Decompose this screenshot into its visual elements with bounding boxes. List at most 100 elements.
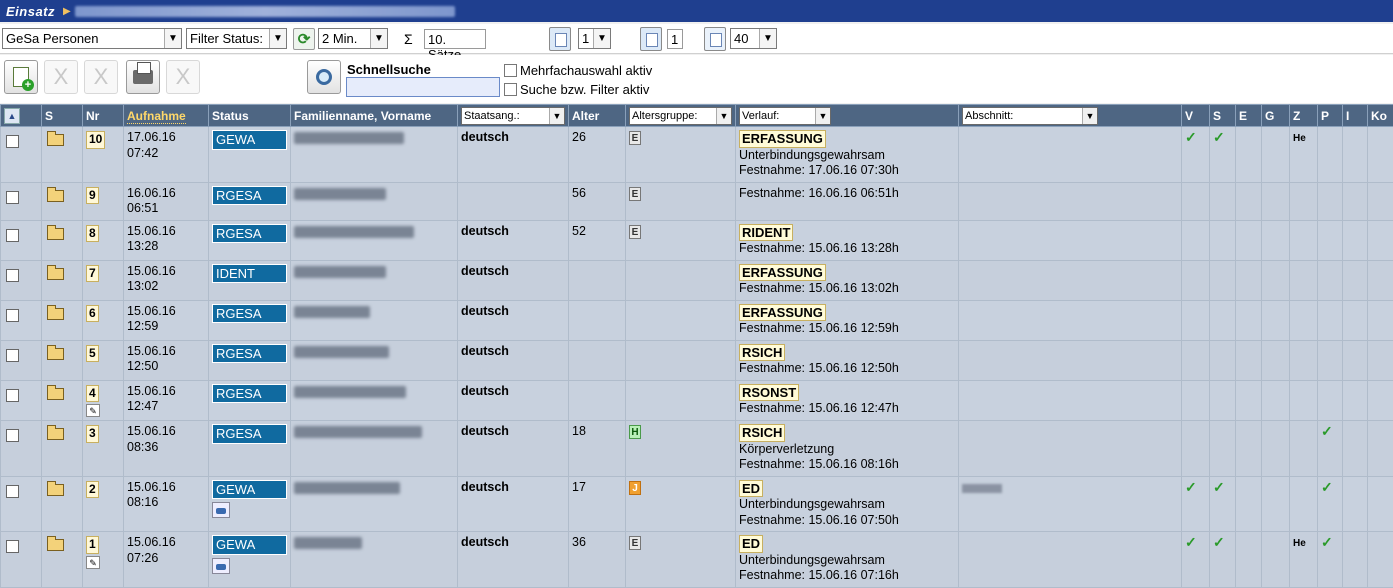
open-folder-icon[interactable] — [47, 484, 64, 496]
aufnahme-date: 17.06.16 — [127, 130, 205, 146]
search-button[interactable] — [307, 60, 341, 94]
alter-value: 52 — [572, 224, 586, 238]
table-row[interactable]: 1017.06.1607:42GEWAdeutsch26EERFASSUNGUn… — [1, 127, 1393, 183]
col-verlauf[interactable]: Verlauf:▼ — [736, 105, 959, 127]
record-number[interactable]: 7 — [86, 265, 99, 283]
record-number[interactable]: 9 — [86, 187, 99, 205]
filter-status-select[interactable]: Filter Status:▼ — [186, 28, 287, 49]
table-row[interactable]: 715.06.1613:02IDENTdeutschERFASSUNGFestn… — [1, 260, 1393, 300]
s-check-icon: ✓ — [1213, 129, 1225, 145]
table-row[interactable]: 4✎15.06.1612:47RGESAdeutschRSONSTFestnah… — [1, 380, 1393, 421]
select-all-header[interactable]: ▲ — [1, 105, 42, 127]
col-g[interactable]: G — [1262, 105, 1290, 127]
row-checkbox[interactable] — [6, 309, 19, 322]
staatsangehoerigkeit: deutsch — [461, 424, 509, 438]
record-number[interactable]: 6 — [86, 305, 99, 323]
quicksearch-input[interactable] — [346, 77, 500, 97]
altersgruppe-badge: H — [629, 425, 641, 439]
row-checkbox[interactable] — [6, 485, 19, 498]
record-number[interactable]: 3 — [86, 425, 99, 443]
col-i[interactable]: I — [1343, 105, 1368, 127]
record-number[interactable]: 4 — [86, 385, 99, 403]
col-aufnahme[interactable]: Aufnahme — [124, 105, 209, 127]
table-row[interactable]: 615.06.1612:59RGESAdeutschERFASSUNGFestn… — [1, 300, 1393, 340]
open-folder-icon[interactable] — [47, 228, 64, 240]
refresh-icon: ⟳ — [298, 30, 311, 48]
page-select[interactable]: 1▼ — [578, 28, 611, 49]
record-number[interactable]: 5 — [86, 345, 99, 363]
verlauf-badge: ED — [739, 535, 763, 553]
aufnahme-time: 08:16 — [127, 495, 205, 511]
staatsangehoerigkeit: deutsch — [461, 480, 509, 494]
alter-value: 17 — [572, 480, 586, 494]
row-checkbox[interactable] — [6, 191, 19, 204]
disabled-action-button-2[interactable]: X — [84, 60, 118, 94]
row-checkbox[interactable] — [6, 349, 19, 362]
row-checkbox[interactable] — [6, 540, 19, 553]
open-folder-icon[interactable] — [47, 308, 64, 320]
record-number[interactable]: 2 — [86, 481, 99, 499]
attachment-icon[interactable]: ✎ — [86, 404, 100, 417]
row-checkbox[interactable] — [6, 135, 19, 148]
open-folder-icon[interactable] — [47, 134, 64, 146]
col-e[interactable]: E — [1236, 105, 1262, 127]
sort-up-icon[interactable]: ▲ — [4, 108, 20, 124]
festnahme-text: Festnahme: 15.06.16 12:50h — [739, 361, 955, 377]
row-checkbox[interactable] — [6, 429, 19, 442]
col-v[interactable]: V — [1182, 105, 1210, 127]
row-checkbox[interactable] — [6, 229, 19, 242]
mehrfachauswahl-checkbox[interactable] — [504, 64, 517, 77]
table-row[interactable]: 315.06.1608:36RGESAdeutsch18HRSICHKörper… — [1, 421, 1393, 477]
table-row[interactable]: 1✎15.06.1607:26GEWAdeutsch36EEDUnterbind… — [1, 532, 1393, 588]
col-staatsang[interactable]: Staatsang.:▼ — [458, 105, 569, 127]
col-s[interactable]: S — [42, 105, 83, 127]
disabled-action-button-3[interactable]: X — [166, 60, 200, 94]
mehrfachauswahl-label: Mehrfachauswahl aktiv — [520, 63, 652, 78]
col-nr[interactable]: Nr — [83, 105, 124, 127]
col-name[interactable]: Familienname, Vorname — [291, 105, 458, 127]
transport-icon[interactable] — [212, 502, 230, 518]
table-row[interactable]: 815.06.1613:28RGESAdeutsch52ERIDENTFestn… — [1, 220, 1393, 260]
refresh-interval-select[interactable]: 2 Min.▼ — [318, 28, 388, 49]
altersgruppe-badge: E — [629, 187, 641, 201]
open-folder-icon[interactable] — [47, 388, 64, 400]
filter-active-checkbox[interactable] — [504, 83, 517, 96]
filter-active-option[interactable]: Suche bzw. Filter aktiv — [504, 82, 649, 97]
col-z[interactable]: Z — [1290, 105, 1318, 127]
table-row[interactable]: 916.06.1606:51RGESA56EFestnahme: 16.06.1… — [1, 182, 1393, 220]
table-row[interactable]: 515.06.1612:50RGESAdeutschRSICHFestnahme… — [1, 340, 1393, 380]
add-record-button[interactable]: + — [4, 60, 38, 94]
open-folder-icon[interactable] — [47, 268, 64, 280]
attachment-icon[interactable]: ✎ — [86, 556, 100, 569]
rows-per-page-select[interactable]: 40▼ — [730, 28, 777, 49]
col-abschnitt[interactable]: Abschnitt:▼ — [959, 105, 1182, 127]
table-row[interactable]: 215.06.1608:16GEWAdeutsch17JEDUnterbindu… — [1, 476, 1393, 532]
add-document-icon: + — [13, 67, 29, 87]
refresh-button[interactable]: ⟳ — [293, 28, 315, 50]
col-alter[interactable]: Alter — [569, 105, 626, 127]
open-folder-icon[interactable] — [47, 428, 64, 440]
disabled-action-button-1[interactable]: X — [44, 60, 78, 94]
v-check-icon: ✓ — [1185, 129, 1197, 145]
col-altersgruppe[interactable]: Altersgruppe:▼ — [626, 105, 736, 127]
record-number[interactable]: 1 — [86, 536, 99, 554]
view-select[interactable]: GeSa Personen▼ — [2, 28, 182, 49]
col-ko[interactable]: Ko — [1368, 105, 1393, 127]
mehrfachauswahl-option[interactable]: Mehrfachauswahl aktiv — [504, 63, 652, 78]
row-checkbox[interactable] — [6, 269, 19, 282]
status-badge: RGESA — [212, 344, 287, 364]
obscured-name — [294, 226, 414, 238]
col-status[interactable]: Status — [209, 105, 291, 127]
open-folder-icon[interactable] — [47, 348, 64, 360]
transport-icon[interactable] — [212, 558, 230, 574]
print-button[interactable] — [126, 60, 160, 94]
open-folder-icon[interactable] — [47, 190, 64, 202]
record-number[interactable]: 8 — [86, 225, 99, 243]
staatsangehoerigkeit: deutsch — [461, 224, 509, 238]
aufnahme-time: 12:47 — [127, 399, 205, 415]
verlauf-badge: ERFASSUNG — [739, 264, 826, 282]
col-s2[interactable]: S — [1210, 105, 1236, 127]
row-checkbox[interactable] — [6, 389, 19, 402]
col-p[interactable]: P — [1318, 105, 1343, 127]
record-number[interactable]: 10 — [86, 131, 105, 149]
